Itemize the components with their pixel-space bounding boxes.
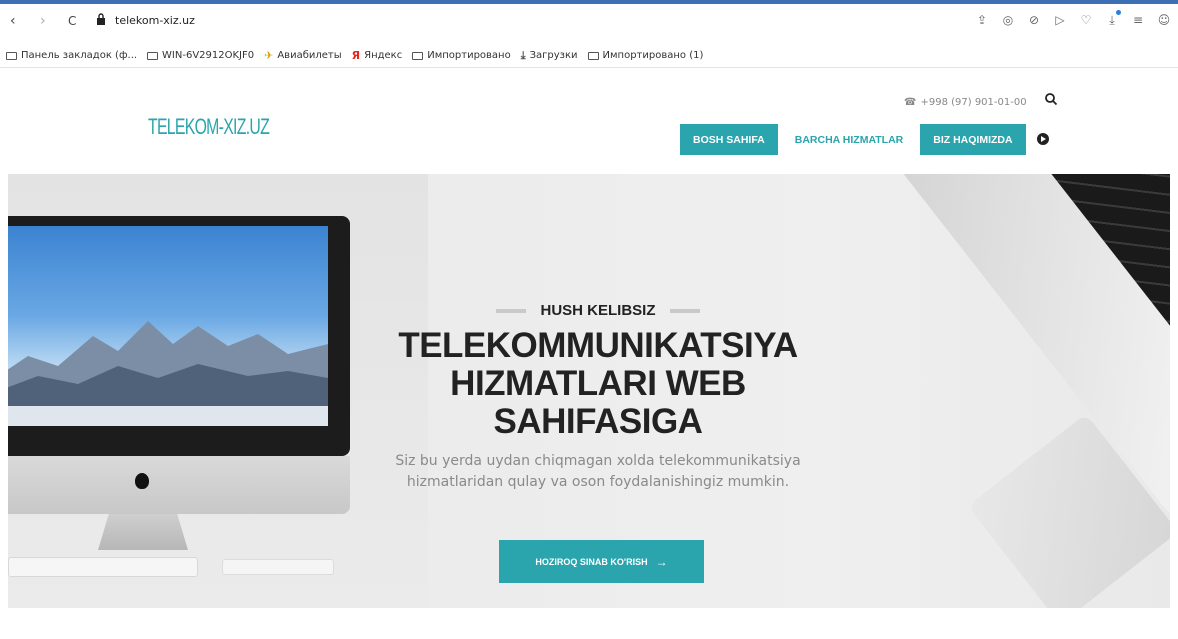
mountains-image [8,321,328,426]
site-header: TELEKOM-XIZ.UZ ☎ +998 (97) 901-01-00 BOS… [0,68,1178,174]
nav-bosh-sahifa[interactable]: BOSH SAHIFA [680,124,778,155]
site-logo[interactable]: TELEKOM-XIZ.UZ [148,114,270,140]
phone-icon: ☎ [904,97,917,108]
arrow-right-icon: → [655,554,668,569]
bookmark-label: Яндекс [364,50,403,61]
download-icon[interactable]: ⤓ [1104,10,1121,28]
folder-icon [412,51,424,60]
eyebrow-text: HUSH KELIBSIZ [540,302,656,319]
notification-dot [1116,10,1121,15]
plane-icon: ✈ [264,49,274,62]
headline-line: TELEKOMMUNIKATSIYA [398,326,798,365]
reload-button[interactable]: C [68,12,76,30]
apple-logo-icon [135,473,149,489]
download-icon: ⤓ [520,48,526,62]
bookmark-label: WIN-6V2912OKJF0 [162,50,255,61]
phone-number: +998 (97) 901-01-00 [920,97,1027,108]
hero-headline: TELEKOMMUNIKATSIYA HIZMATLARI WEB SAHIFA… [358,327,838,441]
trackpad-image [222,559,334,575]
play-icon[interactable]: ▷ [1052,12,1068,28]
profile-icon[interactable]: ☺ [1156,12,1172,28]
imac-chin [8,456,350,514]
main-nav: BOSH SAHIFA BARCHA HIZMATLAR BIZ HAQIMIZ… [680,124,1026,155]
hero-content: HUSH KELIBSIZ TELEKOMMUNIKATSIYA HIZMATL… [358,302,838,493]
imac-stand [98,514,188,550]
toolbar-icons: ⇪ ◎ ⊘ ▷ ♡ ⤓ ≡ ☺ [974,10,1172,28]
search-icon[interactable] [1044,92,1058,106]
forward-button[interactable]: › [40,12,46,30]
bookmark-label: Импортировано (1) [602,50,704,61]
share-icon[interactable]: ⇪ [974,12,990,28]
keyboard-image [8,557,198,577]
folder-icon [587,51,599,60]
subtext-line: hizmatlaridan qulay va oson foydalanishi… [406,474,790,490]
bookmark-label: Загрузки [529,50,578,61]
folder-icon [147,51,159,60]
imac-image [8,216,350,456]
phone-contact[interactable]: ☎ +998 (97) 901-01-00 [904,97,1027,108]
headline-line: SAHIFASIGA [493,402,703,441]
bookmark-label: Импортировано [427,50,511,61]
address-bar[interactable]: telekom-xiz.uz [115,14,195,27]
bookmarks-bar: Панель закладок (ф... WIN-6V2912OKJF0 ✈ А… [0,44,1178,68]
bookmark-item[interactable]: Импортировано (1) [587,50,704,61]
bookmark-item[interactable]: ✈ Авиабилеты [264,49,342,62]
menu-icon[interactable]: ≡ [1130,12,1146,28]
bookmark-item[interactable]: Я Яндекс [352,49,403,62]
nav-barcha-hizmatlar[interactable]: BARCHA HIZMATLAR [782,124,916,155]
cta-button[interactable]: HOZIROQ SINAB KO'RISH → [499,540,704,583]
mountain-wallpaper [8,226,328,426]
nav-biz-haqimizda[interactable]: BIZ HAQIMIZDA [920,124,1026,155]
bookmark-item[interactable]: ⤓ Загрузки [521,49,578,63]
subtext-line: Siz bu yerda uydan chiqmagan xolda telek… [395,453,801,469]
shield-icon[interactable]: ⊘ [1026,12,1042,28]
bookmark-item[interactable]: Панель закладок (ф... [6,50,137,61]
hero-banner: HUSH KELIBSIZ TELEKOMMUNIKATSIYA HIZMATL… [8,174,1170,608]
browser-toolbar: ‹ › C telekom-xiz.uz ⇪ ◎ ⊘ ▷ ♡ ⤓ ≡ ☺ [0,4,1178,44]
back-button[interactable]: ‹ [10,12,16,30]
heart-icon[interactable]: ♡ [1078,12,1094,28]
divider [496,308,527,313]
bookmark-item[interactable]: WIN-6V2912OKJF0 [147,50,254,61]
divider [669,308,700,313]
play-icon[interactable] [1037,133,1049,145]
download-glyph: ⤓ [1109,12,1115,27]
cta-label: HOZIROQ SINAB KO'RISH [535,556,648,567]
folder-icon [6,51,17,60]
hero-subtext: Siz bu yerda uydan chiqmagan xolda telek… [358,451,838,493]
bookmark-item[interactable]: Импортировано [412,50,511,61]
bookmark-label: Авиабилеты [277,50,342,61]
hero-eyebrow: HUSH KELIBSIZ [358,302,838,319]
headline-line: HIZMATLARI WEB [450,364,746,403]
bookmark-label: Панель закладок (ф... [21,50,138,61]
lock-icon [97,13,105,25]
yandex-icon: Я [351,49,361,62]
page-below-fold [0,608,1178,639]
camera-icon[interactable]: ◎ [1000,12,1016,28]
